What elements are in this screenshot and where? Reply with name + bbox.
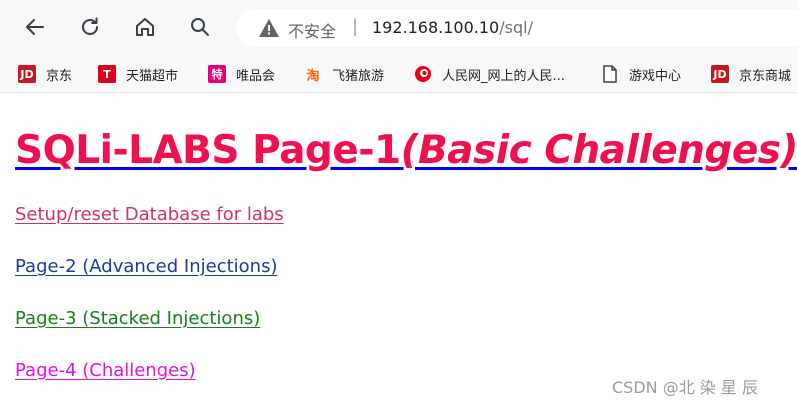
bookmark-games[interactable]: 游戏中心 bbox=[601, 64, 681, 84]
url-host: 192.168.100.10 bbox=[372, 18, 500, 37]
bookmark-label: 天猫超市 bbox=[126, 68, 179, 84]
fliggy-icon: 淘 bbox=[306, 68, 320, 84]
title-main: SQLi-LABS Page-1 bbox=[15, 128, 401, 173]
back-icon bbox=[26, 19, 44, 35]
back-button[interactable] bbox=[18, 10, 52, 44]
watermark: CSDN @北 染 星 辰 bbox=[612, 378, 758, 397]
tmall-icon: T bbox=[98, 65, 116, 83]
warning-icon bbox=[259, 19, 279, 37]
bookmarks-bar: JD 京东 T 天猫超市 特 唯品会 淘 飞猪旅游 人民网_网上的人民... 游… bbox=[0, 56, 797, 93]
page-content: SQLi-LABS Page-1(Basic Challenges) Setup… bbox=[0, 93, 797, 403]
title-sub: (Basic Challenges) bbox=[400, 128, 797, 173]
bookmark-jd[interactable]: JD 京东 bbox=[18, 64, 72, 84]
search-icon bbox=[191, 18, 209, 36]
bookmark-jd-mall[interactable]: JD 京东商城 bbox=[711, 64, 791, 84]
home-icon bbox=[136, 18, 154, 36]
setup-database-link[interactable]: Setup/reset Database for labs bbox=[15, 203, 284, 227]
page-3-link[interactable]: Page-3 (Stacked Injections) bbox=[15, 307, 260, 331]
page-icon bbox=[601, 65, 619, 83]
divider: | bbox=[352, 16, 359, 37]
url-path: /sql/ bbox=[499, 18, 533, 37]
reload-button[interactable] bbox=[73, 10, 107, 44]
bookmark-label: 人民网_网上的人民... bbox=[442, 68, 565, 84]
page-2-link[interactable]: Page-2 (Advanced Injections) bbox=[15, 255, 277, 279]
reload-icon bbox=[82, 17, 98, 35]
home-button[interactable] bbox=[128, 10, 162, 44]
bookmark-vip[interactable]: 特 唯品会 bbox=[208, 64, 275, 84]
jd-icon: JD bbox=[711, 65, 729, 83]
jd-icon: JD bbox=[18, 65, 36, 83]
people-daily-icon bbox=[414, 65, 432, 83]
url-text[interactable]: 192.168.100.10/sql/ bbox=[372, 18, 533, 37]
vip-icon: 特 bbox=[208, 65, 226, 83]
bookmark-label: 京东 bbox=[46, 68, 73, 84]
bookmark-label: 京东商城 bbox=[739, 68, 792, 84]
bookmark-tmall[interactable]: T 天猫超市 bbox=[98, 64, 178, 84]
page-4-link[interactable]: Page-4 (Challenges) bbox=[15, 359, 196, 383]
bookmark-label: 唯品会 bbox=[236, 68, 276, 84]
page-title[interactable]: SQLi-LABS Page-1(Basic Challenges) bbox=[15, 129, 797, 173]
search-button[interactable] bbox=[183, 10, 217, 44]
security-status[interactable]: 不安全 bbox=[288, 18, 336, 42]
bookmark-people[interactable]: 人民网_网上的人民... bbox=[414, 64, 565, 84]
address-bar[interactable]: 不安全 | 192.168.100.10/sql/ bbox=[236, 9, 797, 47]
browser-toolbar: 不安全 | 192.168.100.10/sql/ bbox=[0, 0, 797, 56]
bookmark-label: 游戏中心 bbox=[629, 68, 682, 84]
bookmark-fliggy[interactable]: 淘 飞猪旅游 bbox=[304, 64, 384, 84]
bookmark-label: 飞猪旅游 bbox=[332, 68, 385, 84]
